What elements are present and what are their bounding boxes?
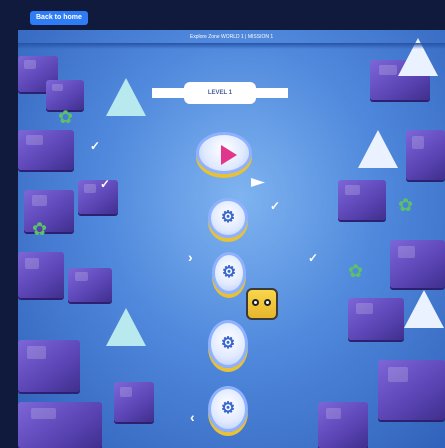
start-node[interactable] xyxy=(196,132,252,174)
top-bar: Back to home xyxy=(0,0,445,30)
left-rail xyxy=(0,0,18,448)
mountain-peak xyxy=(106,308,146,346)
terrain-block xyxy=(390,240,445,288)
node-5[interactable]: ⚙ xyxy=(208,386,248,432)
back-to-home-button[interactable]: Back to home xyxy=(30,11,88,25)
gear-icon: ⚙ xyxy=(220,335,236,352)
app-frame: Back to home ✿ ✿ ✿ ✿ ✓ ✓ ✓ ✓ › ‹ Explore… xyxy=(0,0,445,448)
play-icon xyxy=(221,145,237,165)
chevron-icon: › xyxy=(188,249,193,265)
terrain-block xyxy=(46,80,84,110)
mountain-peak xyxy=(404,290,444,328)
header-shade xyxy=(18,43,445,49)
palm-tree: ✿ xyxy=(348,261,364,281)
path-arrow-icon: ✓ xyxy=(308,251,319,265)
terrain-block xyxy=(378,360,445,420)
path-arrow-icon: ✓ xyxy=(90,139,101,153)
gear-icon: ⚙ xyxy=(220,400,236,417)
terrain-block xyxy=(406,130,445,180)
character-eye xyxy=(252,299,259,306)
mountain-peak xyxy=(106,78,146,116)
terrain-block xyxy=(18,340,80,392)
node-3[interactable]: ⚙ xyxy=(212,252,246,294)
player-character xyxy=(246,288,278,320)
terrain-block xyxy=(68,268,112,302)
palm-tree: ✿ xyxy=(32,219,48,239)
game-map[interactable]: ✿ ✿ ✿ ✿ ✓ ✓ ✓ ✓ › ‹ Explore Zone WORLD 1… xyxy=(18,30,445,448)
terrain-block xyxy=(338,180,386,220)
gear-icon: ⚙ xyxy=(221,264,237,281)
chevron-icon: ‹ xyxy=(190,409,195,425)
terrain-block xyxy=(78,180,118,214)
terrain-block xyxy=(18,252,64,298)
character-eye xyxy=(264,299,271,306)
palm-tree: ✿ xyxy=(398,195,414,215)
gear-icon: ⚙ xyxy=(220,209,236,226)
level-banner: LEVEL 1 xyxy=(184,82,256,104)
terrain-block xyxy=(114,382,154,422)
terrain-block xyxy=(18,402,102,448)
terrain-block xyxy=(348,298,404,340)
node-4[interactable]: ⚙ xyxy=(208,320,248,368)
terrain-block xyxy=(318,402,368,448)
path-arrow-icon: ✓ xyxy=(270,199,281,213)
node-2[interactable]: ⚙ xyxy=(208,198,248,238)
path-arrow-icon: ✓ xyxy=(100,177,111,191)
mountain-peak xyxy=(358,130,398,168)
flag-icon xyxy=(251,178,265,187)
terrain-block xyxy=(18,130,74,170)
palm-tree: ✿ xyxy=(58,107,74,127)
